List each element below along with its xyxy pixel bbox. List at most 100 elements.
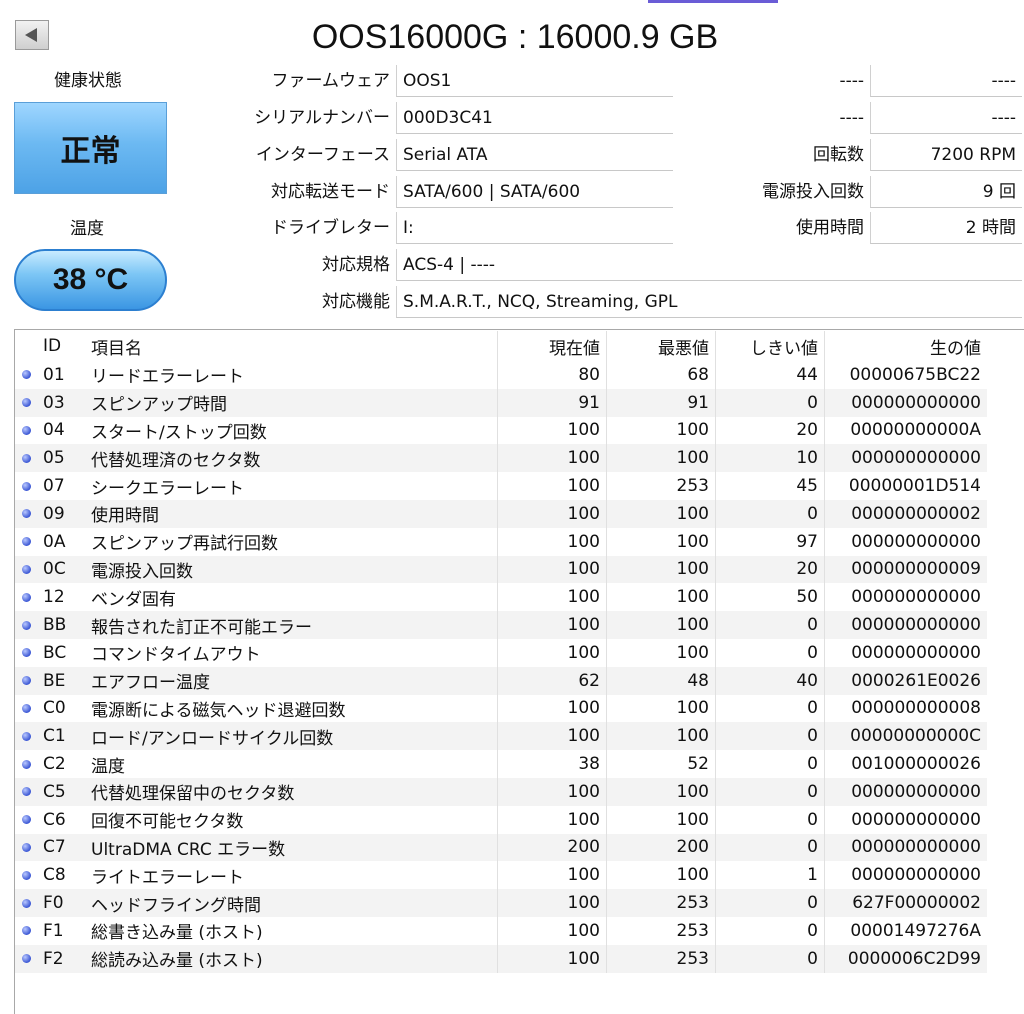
cell-current: 100 <box>497 416 607 445</box>
status-cell <box>15 583 37 612</box>
status-cell <box>15 527 37 556</box>
cell-name: 電源断による磁気ヘッド退避回数 <box>85 694 498 723</box>
cell-id: C6 <box>37 805 85 834</box>
status-dot-icon <box>21 759 31 769</box>
standard-value: ACS-4 | ---- <box>396 249 1022 281</box>
cell-worst: 253 <box>606 916 716 945</box>
cell-name: ヘッドフライング時間 <box>85 889 498 917</box>
header-raw[interactable]: 生の値 <box>825 331 988 361</box>
cell-id: 07 <box>37 472 85 500</box>
header-current[interactable]: 現在値 <box>497 331 607 361</box>
serial-label: シリアルナンバー <box>254 108 390 128</box>
table-row[interactable]: 05 代替処理済のセクタ数 100 100 10 000000000000 <box>15 444 987 473</box>
cell-current: 100 <box>497 555 607 584</box>
header-status[interactable] <box>15 331 37 361</box>
table-row[interactable]: 09 使用時間 100 100 0 000000000002 <box>15 499 987 528</box>
cell-current: 100 <box>497 916 607 945</box>
status-dot-icon <box>21 703 31 713</box>
power-count-label: 電源投入回数 <box>762 182 864 202</box>
table-row[interactable]: 0A スピンアップ再試行回数 100 100 97 000000000000 <box>15 527 987 556</box>
table-row[interactable]: 01 リードエラーレート 80 68 44 00000675BC22 <box>15 361 987 389</box>
table-row[interactable]: C2 温度 38 52 0 001000000026 <box>15 750 987 778</box>
table-row[interactable]: 07 シークエラーレート 100 253 45 00000001D514 <box>15 472 987 500</box>
cell-id: F2 <box>37 944 85 973</box>
firmware-value: OOS1 <box>396 65 673 97</box>
table-row[interactable]: C6 回復不可能セクタ数 100 100 0 000000000000 <box>15 805 987 834</box>
cell-id: 03 <box>37 388 85 417</box>
cell-raw: 000000000002 <box>824 499 987 528</box>
cell-name: 回復不可能セクタ数 <box>85 805 498 834</box>
cell-worst: 100 <box>606 861 716 890</box>
cell-current: 91 <box>497 388 607 417</box>
smart-table-body: 01 リードエラーレート 80 68 44 00000675BC22 03 スピンアップ時間 9… <box>15 361 987 973</box>
table-row[interactable]: F2 総読み込み量 (ホスト) 100 253 0 0000006C2D99 <box>15 944 987 973</box>
status-cell <box>15 499 37 528</box>
health-label: 健康状態 <box>54 71 122 91</box>
cell-id: C7 <box>37 833 85 862</box>
table-row[interactable]: C8 ライトエラーレート 100 100 1 000000000000 <box>15 861 987 890</box>
cell-current: 100 <box>497 722 607 751</box>
table-row[interactable]: 12 ベンダ固有 100 100 50 000000000000 <box>15 583 987 612</box>
header-name[interactable]: 項目名 <box>85 331 498 361</box>
status-cell <box>15 666 37 695</box>
table-row[interactable]: 0C 電源投入回数 100 100 20 000000000009 <box>15 555 987 584</box>
cell-name: ライトエラーレート <box>85 861 498 890</box>
status-dot-icon <box>21 592 31 602</box>
cell-threshold: 44 <box>715 361 825 389</box>
status-cell <box>15 722 37 751</box>
cell-raw: 000000000009 <box>824 555 987 584</box>
table-row[interactable]: F0 ヘッドフライング時間 100 253 0 627F00000002 <box>15 889 987 917</box>
cell-id: C8 <box>37 861 85 890</box>
cell-raw: 000000000000 <box>824 388 987 417</box>
health-status-button[interactable]: 正常 <box>14 102 167 194</box>
drive-letter-value: I: <box>396 212 673 244</box>
status-dot-icon <box>21 453 31 463</box>
top-accent-bar <box>648 0 778 3</box>
transfer-mode-label: 対応転送モード <box>271 182 390 202</box>
table-row[interactable]: 04 スタート/ストップ回数 100 100 20 00000000000A <box>15 416 987 445</box>
cell-id: BE <box>37 666 85 695</box>
status-dot-icon <box>21 787 31 797</box>
page-title: OOS16000G : 16000.9 GB <box>311 18 719 56</box>
temperature-button[interactable]: 38 °C <box>14 249 167 311</box>
cell-current: 100 <box>497 472 607 500</box>
cell-current: 100 <box>497 805 607 834</box>
status-cell <box>15 833 37 862</box>
table-row[interactable]: 03 スピンアップ時間 91 91 0 000000000000 <box>15 388 987 417</box>
status-cell <box>15 750 37 778</box>
table-row[interactable]: C5 代替処理保留中のセクタ数 100 100 0 000000000000 <box>15 777 987 806</box>
table-row[interactable]: BC コマンドタイムアウト 100 100 0 000000000000 <box>15 638 987 667</box>
cell-name: スピンアップ再試行回数 <box>85 527 498 556</box>
back-button[interactable] <box>15 20 49 50</box>
status-dot-icon <box>21 842 31 852</box>
table-row[interactable]: BE エアフロー温度 62 48 40 0000261E0026 <box>15 666 987 695</box>
table-row[interactable]: C0 電源断による磁気ヘッド退避回数 100 100 0 000000000008 <box>15 694 987 723</box>
cell-current: 100 <box>497 861 607 890</box>
header-worst[interactable]: 最悪値 <box>606 331 716 361</box>
cell-name: スタート/ストップ回数 <box>85 416 498 445</box>
cell-name: 電源投入回数 <box>85 555 498 584</box>
right-value-1: ---- <box>870 65 1022 97</box>
cell-raw: 00000000000C <box>824 722 987 751</box>
power-hours-value: 2 時間 <box>870 212 1022 244</box>
cell-raw: 000000000000 <box>824 444 987 473</box>
cell-name: ロード/アンロードサイクル回数 <box>85 722 498 751</box>
header-id[interactable]: ID <box>37 331 85 361</box>
cell-name: 使用時間 <box>85 499 498 528</box>
status-dot-icon <box>21 481 31 491</box>
cell-threshold: 0 <box>715 833 825 862</box>
cell-raw: 00001497276A <box>824 916 987 945</box>
cell-current: 100 <box>497 694 607 723</box>
cell-worst: 48 <box>606 666 716 695</box>
cell-raw: 00000675BC22 <box>824 361 987 389</box>
cell-worst: 100 <box>606 611 716 639</box>
cell-raw: 000000000008 <box>824 694 987 723</box>
table-row[interactable]: F1 総書き込み量 (ホスト) 100 253 0 00001497276A <box>15 916 987 945</box>
table-row[interactable]: C1 ロード/アンロードサイクル回数 100 100 0 00000000000C <box>15 722 987 751</box>
cell-worst: 100 <box>606 499 716 528</box>
header-threshold[interactable]: しきい値 <box>715 331 825 361</box>
cell-threshold: 0 <box>715 694 825 723</box>
table-row[interactable]: BB 報告された訂正不可能エラー 100 100 0 000000000000 <box>15 611 987 639</box>
status-dot-icon <box>21 954 31 964</box>
table-row[interactable]: C7 UltraDMA CRC エラー数 200 200 0 000000000000 <box>15 833 987 862</box>
